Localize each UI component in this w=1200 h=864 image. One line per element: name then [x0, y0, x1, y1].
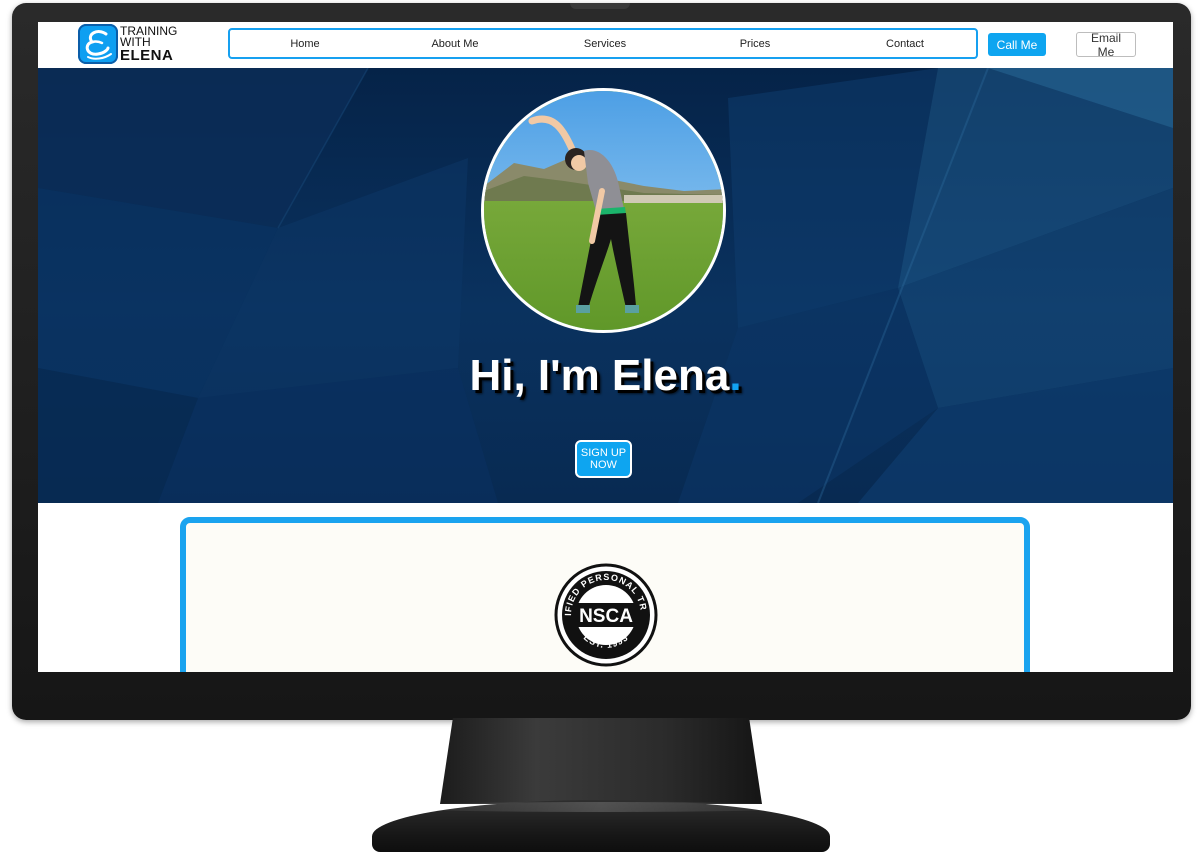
nav-home-link[interactable]: Home — [290, 38, 319, 50]
hero-section: Hi, I'm Elena. SIGN UP NOW — [38, 68, 1173, 503]
call-me-button[interactable]: Call Me — [988, 33, 1046, 56]
hero-heading-text: Hi, I'm Elena — [469, 351, 730, 400]
nav-services-link[interactable]: Services — [584, 38, 626, 50]
nav-about-link[interactable]: About Me — [431, 38, 478, 50]
seal-center-text: NSCA — [579, 606, 633, 627]
main-navigation: Home About Me Services Prices Contact — [228, 28, 978, 59]
site-logo[interactable]: TRAINING WITH ELENA — [78, 24, 188, 66]
nsca-seal-icon: CERTIFIED PERSONAL TRAINER EST. 1993 NSC… — [554, 563, 658, 667]
nav-contact-link[interactable]: Contact — [886, 38, 924, 50]
nav-prices-link[interactable]: Prices — [740, 38, 771, 50]
monitor-stand-neck — [440, 718, 762, 804]
monitor-stand-highlight — [380, 802, 822, 812]
logo-wordmark: TRAINING WITH ELENA — [120, 25, 190, 64]
profile-photo — [481, 88, 726, 333]
certification-card: CERTIFIED PERSONAL TRAINER EST. 1993 NSC… — [180, 517, 1030, 672]
sign-up-button[interactable]: SIGN UP NOW — [575, 440, 632, 478]
hero-heading-dot: . — [729, 351, 742, 400]
site-header: TRAINING WITH ELENA Home About Me Servic… — [38, 22, 1173, 69]
monitor-camera-notch — [570, 3, 630, 9]
logo-text-elena: ELENA — [120, 47, 174, 64]
email-me-button[interactable]: Email Me — [1076, 31, 1136, 59]
logo-e-icon — [78, 24, 118, 64]
website-screen: TRAINING WITH ELENA Home About Me Servic… — [38, 22, 1173, 672]
hero-heading: Hi, I'm Elena. — [38, 351, 1173, 401]
